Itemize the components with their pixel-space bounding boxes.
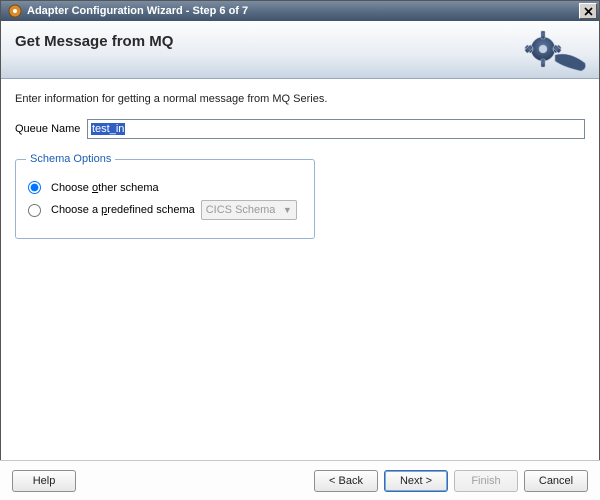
schema-options-legend: Schema Options (26, 153, 115, 165)
page-heading: Get Message from MQ (15, 33, 585, 50)
app-icon (7, 3, 23, 19)
schema-option-predefined[interactable]: Choose a predefined schema CICS Schema ▼ (26, 200, 304, 220)
schema-radio-other[interactable] (28, 181, 41, 194)
wizard-banner: Get Message from MQ (1, 21, 599, 79)
cancel-button[interactable]: Cancel (524, 470, 588, 492)
schema-radio-predefined[interactable] (28, 204, 41, 217)
back-button[interactable]: < Back (314, 470, 378, 492)
schema-label-predefined[interactable]: Choose a predefined schema (51, 204, 195, 216)
titlebar: Adapter Configuration Wizard - Step 6 of… (1, 1, 599, 21)
intro-text: Enter information for getting a normal m… (15, 93, 585, 105)
help-button[interactable]: Help (12, 470, 76, 492)
finish-button: Finish (454, 470, 518, 492)
wizard-button-bar: Help < Back Next > Finish Cancel (0, 460, 600, 500)
queue-name-label: Queue Name (15, 123, 87, 135)
schema-label-other[interactable]: Choose other schema (51, 182, 159, 194)
close-icon (584, 7, 593, 16)
next-button[interactable]: Next > (384, 470, 448, 492)
close-button[interactable] (579, 3, 597, 19)
schema-options-group: Schema Options Choose other schema Choos… (15, 153, 315, 239)
queue-name-input[interactable]: test_in (87, 119, 585, 139)
banner-gear-icon (519, 25, 589, 75)
predefined-schema-value: CICS Schema (206, 204, 276, 216)
chevron-down-icon: ▼ (283, 205, 292, 215)
window-title: Adapter Configuration Wizard - Step 6 of… (27, 5, 579, 17)
schema-option-other[interactable]: Choose other schema (26, 181, 304, 194)
predefined-schema-combo: CICS Schema ▼ (201, 200, 297, 220)
queue-name-value: test_in (91, 123, 125, 135)
wizard-content: Enter information for getting a normal m… (1, 79, 599, 459)
queue-name-row: Queue Name test_in (15, 119, 585, 139)
